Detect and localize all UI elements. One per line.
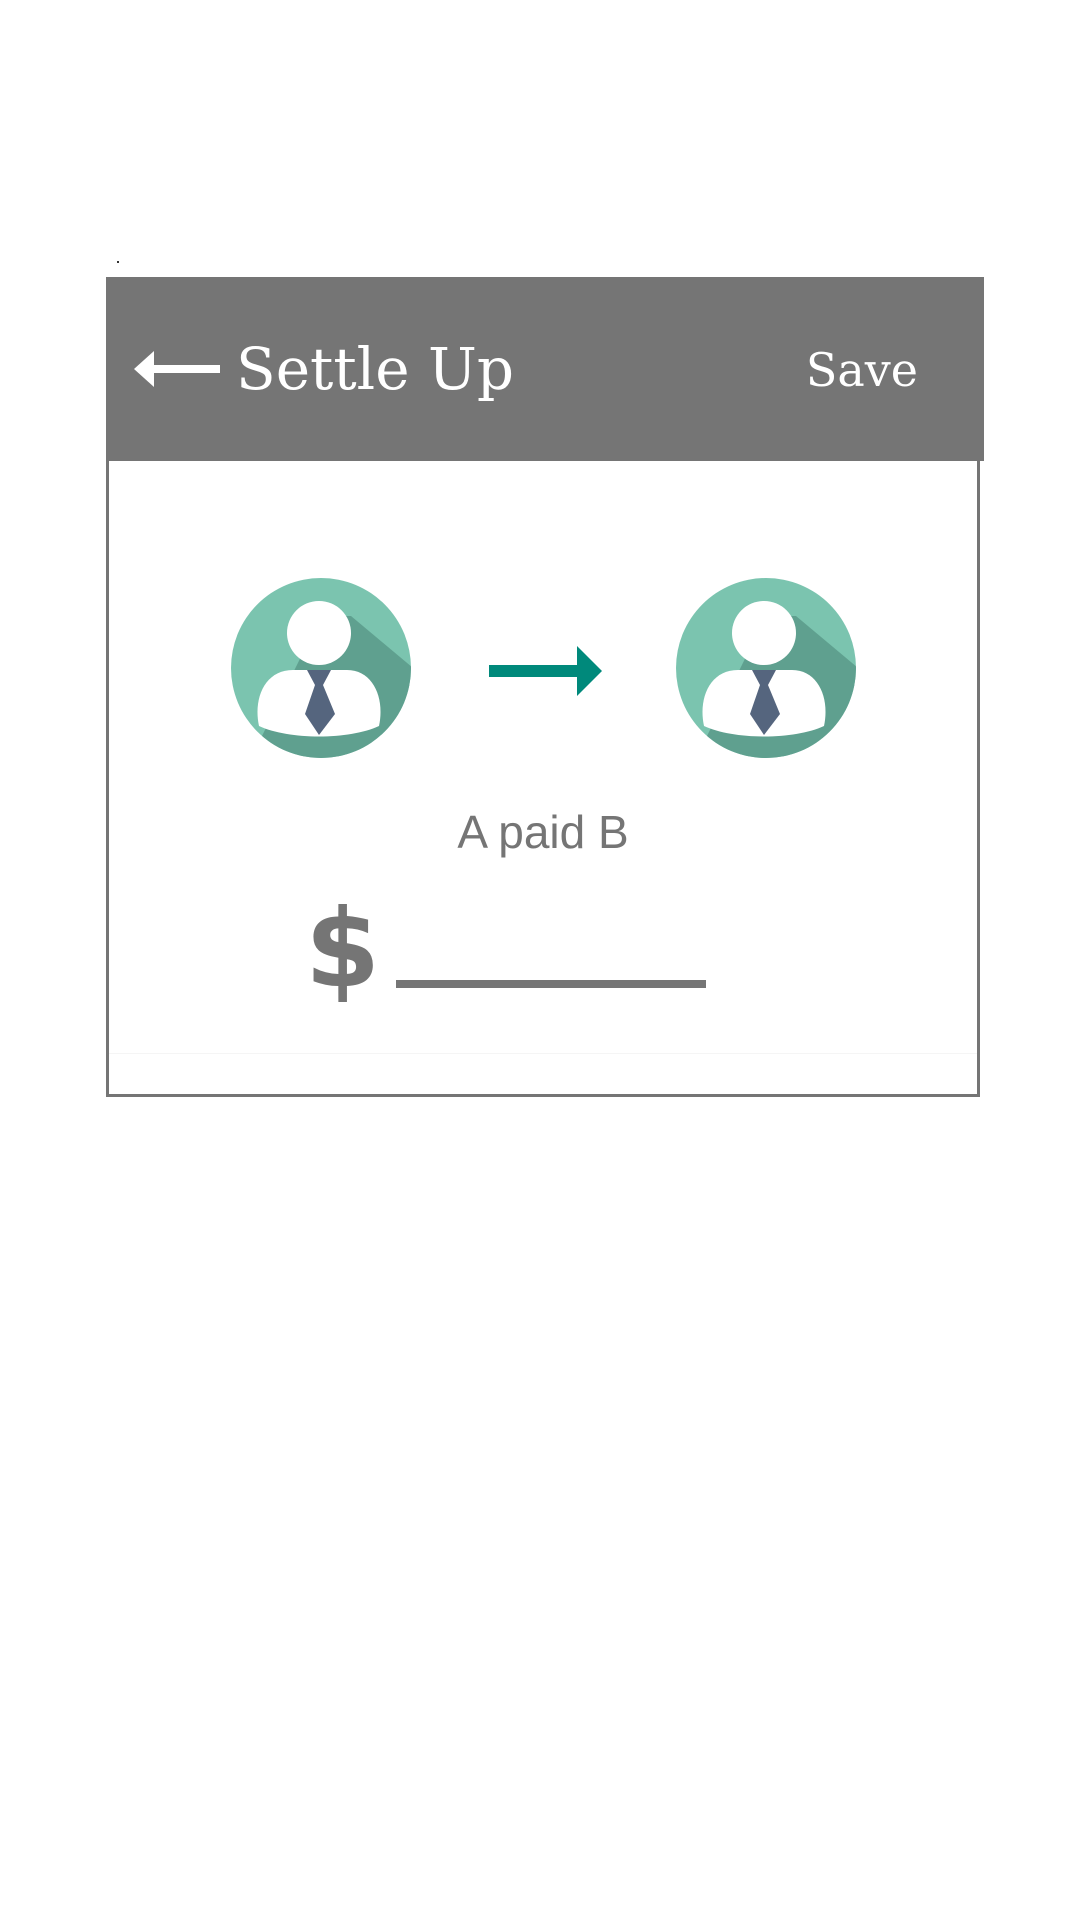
- arrow-right-icon: [489, 646, 605, 696]
- page-title: Settle Up: [236, 335, 514, 403]
- person-avatar-icon: [676, 578, 856, 758]
- arrow-left-icon: [134, 347, 220, 391]
- payment-description: A paid B: [457, 806, 629, 858]
- amount-input[interactable]: [396, 918, 706, 988]
- payer-avatar[interactable]: [231, 578, 411, 758]
- settle-up-dialog: Settle Up Save A paid B $: [106, 277, 984, 1097]
- person-avatar-icon: [231, 578, 411, 758]
- save-button[interactable]: Save: [806, 339, 918, 401]
- app-bar: Settle Up Save: [106, 277, 984, 461]
- payee-avatar[interactable]: [676, 578, 856, 758]
- stray-dot: [117, 261, 119, 263]
- divider: [109, 1053, 977, 1054]
- currency-symbol: $: [305, 887, 381, 1012]
- back-button[interactable]: [134, 347, 220, 391]
